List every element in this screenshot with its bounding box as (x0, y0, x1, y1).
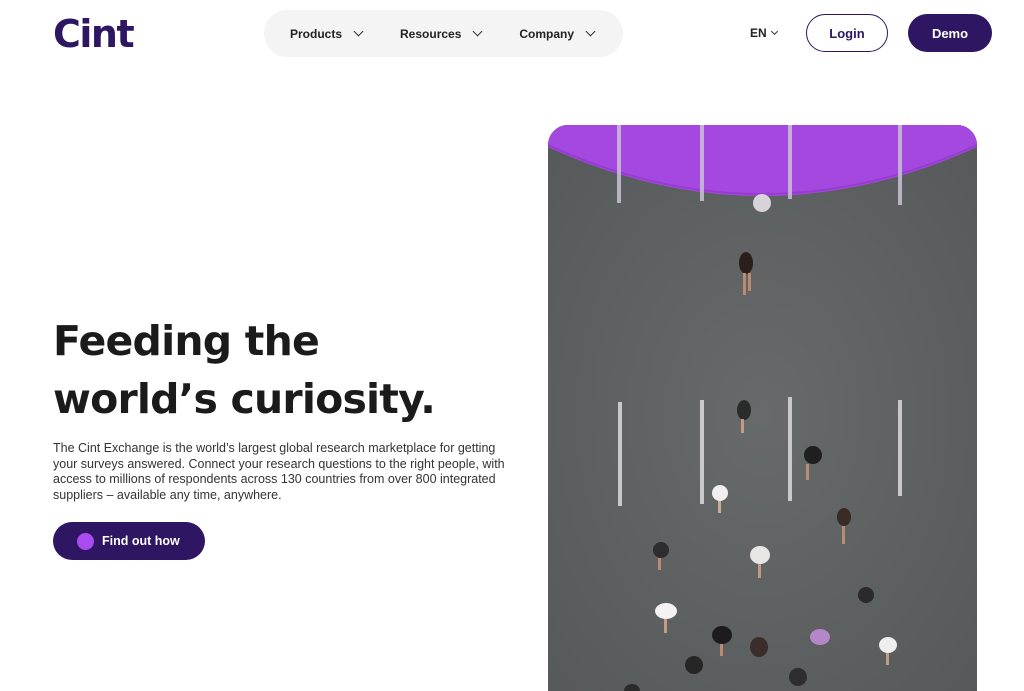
login-button[interactable]: Login (806, 14, 888, 52)
chevron-down-icon (770, 27, 778, 36)
cint-logo[interactable]: Cint (53, 14, 135, 54)
nav-resources-label: Resources (400, 26, 462, 41)
nav-products-label: Products (290, 26, 343, 41)
main-nav: Products Resources Company (264, 10, 623, 57)
chevron-down-icon (585, 26, 596, 37)
hero-description: The Cint Exchange is the world’s largest… (53, 441, 505, 502)
purple-dot-icon (77, 532, 94, 550)
hero-headline: Feeding the world’s curiosity. (53, 312, 493, 428)
nav-company-label: Company (519, 26, 575, 41)
nav-resources[interactable]: Resources (400, 26, 483, 41)
find-out-how-button[interactable]: Find out how (53, 522, 205, 560)
demo-button[interactable]: Demo (908, 14, 992, 52)
headline-line-1: Feeding the (53, 317, 320, 365)
nav-company[interactable]: Company (519, 26, 596, 41)
chevron-down-icon (353, 26, 364, 37)
nav-products[interactable]: Products (290, 26, 364, 41)
hero-image (548, 125, 977, 691)
language-selector[interactable]: EN (750, 26, 778, 40)
headline-line-2: world’s curiosity. (53, 375, 436, 423)
cta-label: Find out how (102, 534, 180, 548)
language-label: EN (750, 26, 767, 40)
chevron-down-icon (472, 26, 483, 37)
runners-aerial-illustration (548, 125, 977, 691)
